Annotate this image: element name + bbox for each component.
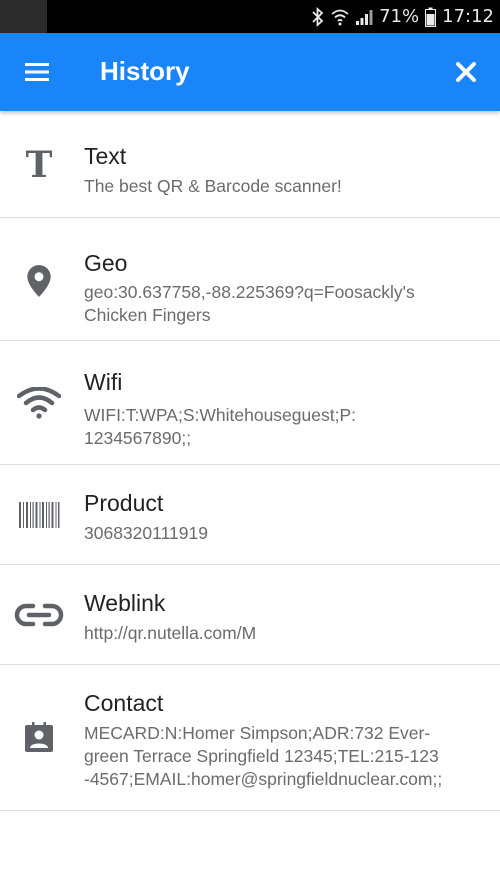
history-item-product[interactable]: Product 3068320111919 bbox=[0, 465, 500, 565]
battery-percent: 71% bbox=[379, 6, 420, 27]
status-icons: 71% 17:12 bbox=[311, 0, 494, 33]
status-bar: 71% 17:12 bbox=[0, 0, 500, 33]
signal-icon bbox=[355, 8, 373, 26]
clock: 17:12 bbox=[442, 6, 494, 27]
history-list: T Text The best QR & Barcode scanner! Ge… bbox=[0, 111, 500, 811]
barcode-icon bbox=[19, 502, 60, 528]
history-item-content: MECARD:N:Homer Simpson;ADR:732 Ever- gre… bbox=[84, 723, 443, 789]
history-item-content: The best QR & Barcode scanner! bbox=[84, 176, 342, 196]
history-item-content: geo:30.637758,-88.225369?q=Foosackly's C… bbox=[84, 282, 415, 325]
history-item-weblink[interactable]: Weblink http://qr.nutella.com/M bbox=[0, 565, 500, 665]
history-item-content: http://qr.nutella.com/M bbox=[84, 623, 257, 643]
history-item-type: Product bbox=[84, 490, 164, 516]
page-title: History bbox=[100, 56, 190, 86]
history-item-type: Geo bbox=[84, 250, 128, 276]
app-bar: History bbox=[0, 33, 500, 111]
history-item-type: Contact bbox=[84, 690, 164, 716]
history-item-contact[interactable]: Contact MECARD:N:Homer Simpson;ADR:732 E… bbox=[0, 665, 500, 811]
close-button[interactable] bbox=[453, 59, 479, 85]
history-item-type: Text bbox=[84, 143, 127, 169]
hamburger-menu-icon bbox=[25, 63, 49, 81]
history-item-geo[interactable]: Geo geo:30.637758,-88.225369?q=Foosackly… bbox=[0, 218, 500, 341]
wifi-status-icon bbox=[331, 8, 349, 26]
contact-card-icon bbox=[25, 722, 53, 752]
history-item-type: Wifi bbox=[84, 369, 123, 395]
bluetooth-icon bbox=[311, 6, 325, 27]
wifi-icon bbox=[17, 387, 61, 419]
menu-button[interactable] bbox=[22, 58, 54, 86]
history-item-wifi[interactable]: Wifi WIFI:T:WPA;S:Whitehouseguest;P: 123… bbox=[0, 341, 500, 465]
notification-area bbox=[0, 0, 47, 33]
history-item-content: WIFI:T:WPA;S:Whitehouseguest;P: 12345678… bbox=[84, 405, 356, 448]
history-item-type: Weblink bbox=[84, 590, 166, 616]
close-icon bbox=[456, 62, 476, 82]
history-item-text[interactable]: T Text The best QR & Barcode scanner! bbox=[0, 111, 500, 218]
history-item-content: 3068320111919 bbox=[84, 523, 208, 543]
battery-icon bbox=[425, 7, 437, 27]
text-type-icon: T bbox=[25, 144, 53, 186]
link-icon bbox=[14, 603, 64, 627]
location-pin-icon bbox=[27, 265, 51, 297]
